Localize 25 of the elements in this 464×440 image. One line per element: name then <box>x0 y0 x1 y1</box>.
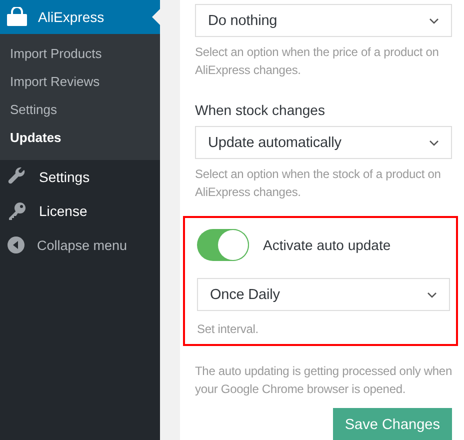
submenu-item[interactable]: Import Reviews <box>0 68 160 96</box>
help-text: Set interval. <box>197 321 260 338</box>
submenu-item[interactable]: Settings <box>0 96 160 124</box>
pointer-icon <box>152 9 160 25</box>
toggle-label: Activate auto update <box>263 237 391 253</box>
shopping-bag-icon <box>6 7 28 27</box>
menu-item[interactable]: AliExpress <box>0 0 160 34</box>
menu-item[interactable]: License <box>0 194 160 228</box>
collapse-icon <box>7 236 25 254</box>
dropdown[interactable]: Do nothing <box>195 4 452 37</box>
note-text: The auto updating is getting processed only when your Google Chrome browser is opened. <box>195 363 452 398</box>
chevron-down-icon <box>429 18 439 24</box>
help-text: Select an option when the price of a product on AliExpress changes. <box>195 44 440 79</box>
chevron-down-icon <box>429 140 439 146</box>
dropdown[interactable]: Once Daily <box>197 278 450 311</box>
menu-item[interactable]: Settings <box>0 160 160 194</box>
chevron-down-icon <box>427 292 437 298</box>
field-label: When stock changes <box>195 102 326 118</box>
dropdown[interactable]: Update automatically <box>195 126 452 159</box>
submenu-item[interactable]: Import Products <box>0 40 160 68</box>
toggle-switch[interactable] <box>197 229 249 261</box>
help-text: Select an option when the stock of a product on AliExpress changes. <box>195 166 442 201</box>
submenu-item[interactable]: Updates <box>0 124 160 152</box>
key-icon <box>7 201 27 221</box>
menu-item[interactable]: Collapse menu <box>0 228 160 262</box>
